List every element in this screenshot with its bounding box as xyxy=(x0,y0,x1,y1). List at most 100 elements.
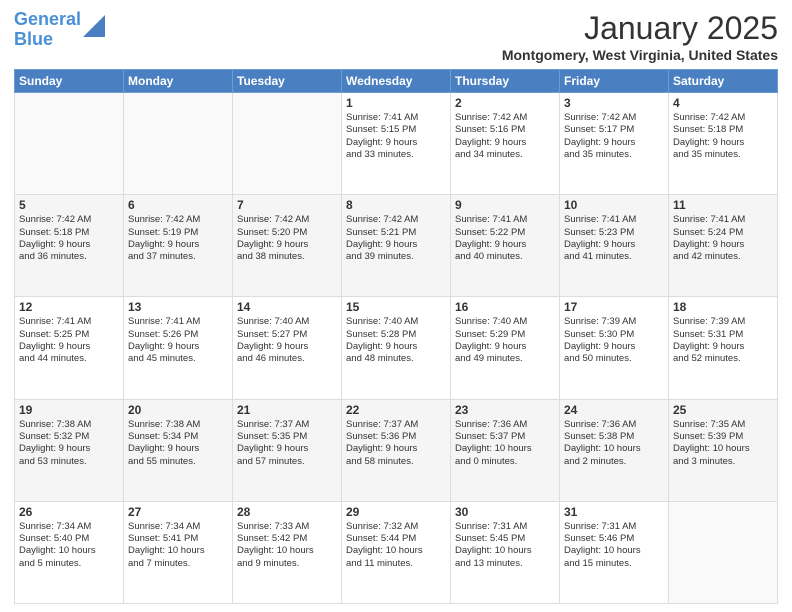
day-info: Sunrise: 7:38 AM xyxy=(19,419,119,431)
calendar-table: Sunday Monday Tuesday Wednesday Thursday… xyxy=(14,69,778,604)
day-info: and 41 minutes. xyxy=(564,251,664,263)
calendar-cell-w3-d6: 18Sunrise: 7:39 AMSunset: 5:31 PMDayligh… xyxy=(669,297,778,399)
day-info: Sunset: 5:23 PM xyxy=(564,227,664,239)
calendar-cell-w4-d5: 24Sunrise: 7:36 AMSunset: 5:38 PMDayligh… xyxy=(560,399,669,501)
day-number: 1 xyxy=(346,96,446,110)
day-info: Sunset: 5:40 PM xyxy=(19,533,119,545)
day-info: Sunrise: 7:42 AM xyxy=(237,214,337,226)
calendar-cell-w4-d6: 25Sunrise: 7:35 AMSunset: 5:39 PMDayligh… xyxy=(669,399,778,501)
week-row-4: 19Sunrise: 7:38 AMSunset: 5:32 PMDayligh… xyxy=(15,399,778,501)
calendar-cell-w3-d2: 14Sunrise: 7:40 AMSunset: 5:27 PMDayligh… xyxy=(233,297,342,399)
calendar-cell-w3-d1: 13Sunrise: 7:41 AMSunset: 5:26 PMDayligh… xyxy=(124,297,233,399)
day-number: 17 xyxy=(564,300,664,314)
day-info: and 35 minutes. xyxy=(673,149,773,161)
day-info: Sunset: 5:19 PM xyxy=(128,227,228,239)
day-info: and 35 minutes. xyxy=(564,149,664,161)
day-info: Daylight: 9 hours xyxy=(128,341,228,353)
day-info: and 11 minutes. xyxy=(346,558,446,570)
calendar-cell-w4-d0: 19Sunrise: 7:38 AMSunset: 5:32 PMDayligh… xyxy=(15,399,124,501)
calendar-cell-w3-d4: 16Sunrise: 7:40 AMSunset: 5:29 PMDayligh… xyxy=(451,297,560,399)
calendar-cell-w4-d2: 21Sunrise: 7:37 AMSunset: 5:35 PMDayligh… xyxy=(233,399,342,501)
day-number: 11 xyxy=(673,198,773,212)
col-saturday: Saturday xyxy=(669,70,778,93)
day-info: and 33 minutes. xyxy=(346,149,446,161)
calendar-cell-w1-d6: 4Sunrise: 7:42 AMSunset: 5:18 PMDaylight… xyxy=(669,93,778,195)
day-info: Sunrise: 7:37 AM xyxy=(237,419,337,431)
calendar-cell-w5-d1: 27Sunrise: 7:34 AMSunset: 5:41 PMDayligh… xyxy=(124,501,233,603)
logo-text: General Blue xyxy=(14,10,81,50)
day-info: Sunrise: 7:39 AM xyxy=(673,316,773,328)
logo-general: General xyxy=(14,9,81,29)
day-info: Sunset: 5:27 PM xyxy=(237,329,337,341)
day-info: and 55 minutes. xyxy=(128,456,228,468)
day-info: Daylight: 10 hours xyxy=(673,443,773,455)
day-info: Sunset: 5:39 PM xyxy=(673,431,773,443)
day-number: 25 xyxy=(673,403,773,417)
calendar-cell-w1-d5: 3Sunrise: 7:42 AMSunset: 5:17 PMDaylight… xyxy=(560,93,669,195)
week-row-3: 12Sunrise: 7:41 AMSunset: 5:25 PMDayligh… xyxy=(15,297,778,399)
day-info: Daylight: 10 hours xyxy=(128,545,228,557)
day-info: and 36 minutes. xyxy=(19,251,119,263)
day-info: and 2 minutes. xyxy=(564,456,664,468)
day-info: and 3 minutes. xyxy=(673,456,773,468)
day-info: and 50 minutes. xyxy=(564,353,664,365)
day-number: 9 xyxy=(455,198,555,212)
day-info: Sunset: 5:15 PM xyxy=(346,124,446,136)
header: General Blue January 2025 Montgomery, We… xyxy=(14,10,778,63)
day-info: Daylight: 9 hours xyxy=(346,443,446,455)
day-info: Sunrise: 7:31 AM xyxy=(564,521,664,533)
calendar-cell-w1-d1 xyxy=(124,93,233,195)
day-info: Sunrise: 7:40 AM xyxy=(455,316,555,328)
day-info: Sunrise: 7:41 AM xyxy=(128,316,228,328)
day-info: Sunset: 5:30 PM xyxy=(564,329,664,341)
title-section: January 2025 Montgomery, West Virginia, … xyxy=(502,10,778,63)
day-info: Sunset: 5:41 PM xyxy=(128,533,228,545)
day-info: Sunset: 5:38 PM xyxy=(564,431,664,443)
day-info: Sunrise: 7:42 AM xyxy=(346,214,446,226)
day-info: and 57 minutes. xyxy=(237,456,337,468)
day-info: and 15 minutes. xyxy=(564,558,664,570)
day-info: and 0 minutes. xyxy=(455,456,555,468)
calendar-cell-w5-d0: 26Sunrise: 7:34 AMSunset: 5:40 PMDayligh… xyxy=(15,501,124,603)
calendar-header-row: Sunday Monday Tuesday Wednesday Thursday… xyxy=(15,70,778,93)
day-number: 5 xyxy=(19,198,119,212)
page-container: General Blue January 2025 Montgomery, We… xyxy=(0,0,792,612)
calendar-cell-w4-d1: 20Sunrise: 7:38 AMSunset: 5:34 PMDayligh… xyxy=(124,399,233,501)
day-info: Sunset: 5:28 PM xyxy=(346,329,446,341)
day-info: Daylight: 9 hours xyxy=(19,443,119,455)
day-info: Sunrise: 7:32 AM xyxy=(346,521,446,533)
day-info: Sunset: 5:18 PM xyxy=(673,124,773,136)
day-number: 22 xyxy=(346,403,446,417)
day-number: 24 xyxy=(564,403,664,417)
calendar-cell-w2-d3: 8Sunrise: 7:42 AMSunset: 5:21 PMDaylight… xyxy=(342,195,451,297)
day-info: Sunset: 5:35 PM xyxy=(237,431,337,443)
day-number: 15 xyxy=(346,300,446,314)
calendar-cell-w3-d0: 12Sunrise: 7:41 AMSunset: 5:25 PMDayligh… xyxy=(15,297,124,399)
day-number: 21 xyxy=(237,403,337,417)
day-info: and 5 minutes. xyxy=(19,558,119,570)
day-info: Sunrise: 7:42 AM xyxy=(673,112,773,124)
day-info: Sunrise: 7:37 AM xyxy=(346,419,446,431)
day-number: 27 xyxy=(128,505,228,519)
day-number: 12 xyxy=(19,300,119,314)
day-info: Daylight: 9 hours xyxy=(673,341,773,353)
day-info: and 7 minutes. xyxy=(128,558,228,570)
day-number: 16 xyxy=(455,300,555,314)
day-info: Sunset: 5:42 PM xyxy=(237,533,337,545)
calendar-cell-w2-d6: 11Sunrise: 7:41 AMSunset: 5:24 PMDayligh… xyxy=(669,195,778,297)
day-info: and 37 minutes. xyxy=(128,251,228,263)
col-wednesday: Wednesday xyxy=(342,70,451,93)
day-info: Daylight: 10 hours xyxy=(564,443,664,455)
day-info: Sunrise: 7:41 AM xyxy=(19,316,119,328)
day-info: Sunrise: 7:42 AM xyxy=(19,214,119,226)
week-row-1: 1Sunrise: 7:41 AMSunset: 5:15 PMDaylight… xyxy=(15,93,778,195)
location: Montgomery, West Virginia, United States xyxy=(502,47,778,63)
calendar-cell-w5-d5: 31Sunrise: 7:31 AMSunset: 5:46 PMDayligh… xyxy=(560,501,669,603)
day-info: Sunset: 5:22 PM xyxy=(455,227,555,239)
day-info: Sunset: 5:24 PM xyxy=(673,227,773,239)
week-row-2: 5Sunrise: 7:42 AMSunset: 5:18 PMDaylight… xyxy=(15,195,778,297)
day-info: Daylight: 9 hours xyxy=(128,443,228,455)
day-info: Sunset: 5:17 PM xyxy=(564,124,664,136)
day-info: Daylight: 9 hours xyxy=(455,239,555,251)
calendar-cell-w5-d6 xyxy=(669,501,778,603)
